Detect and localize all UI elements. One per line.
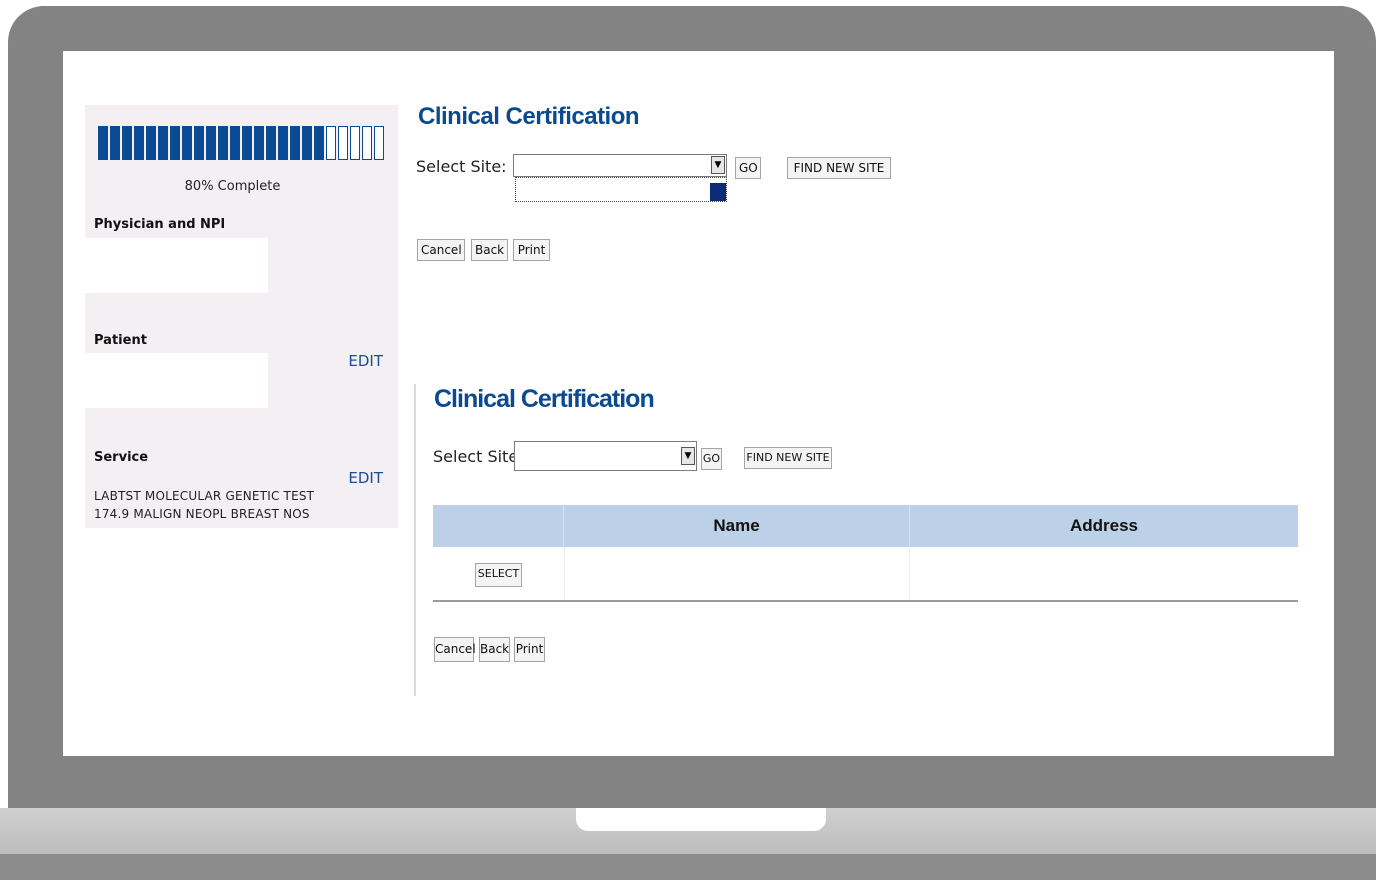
progress-segment	[326, 126, 336, 160]
progress-segment	[374, 126, 384, 160]
select-site-label-bottom: Select Site:	[433, 447, 524, 466]
physician-section-title: Physician and NPI	[94, 217, 226, 232]
chevron-down-icon[interactable]: ▼	[711, 156, 725, 174]
go-button-bottom[interactable]: GO	[701, 448, 722, 470]
service-line-2: 174.9 MALIGN NEOPL BREAST NOS	[94, 507, 310, 521]
print-button-top[interactable]: Print	[513, 239, 550, 261]
find-new-site-button-bottom[interactable]: FIND NEW SITE	[744, 447, 832, 469]
progress-segment	[338, 126, 348, 160]
cancel-button-bottom[interactable]: Cancel	[434, 637, 476, 662]
back-button-top[interactable]: Back	[471, 239, 508, 261]
site-dropdown-list-top[interactable]	[515, 177, 727, 202]
find-new-site-button-top[interactable]: FIND NEW SITE	[787, 157, 891, 179]
progress-segment	[146, 126, 156, 160]
back-button-bottom[interactable]: Back	[479, 637, 510, 662]
progress-segment	[122, 126, 132, 160]
column-header-name: Name	[713, 516, 760, 535]
site-select-bottom[interactable]: ▼	[514, 441, 697, 471]
progress-segment	[158, 126, 168, 160]
progress-segment	[242, 126, 252, 160]
progress-segment	[206, 126, 216, 160]
progress-segment	[278, 126, 288, 160]
progress-segment	[290, 126, 300, 160]
print-button-bottom[interactable]: Print	[514, 637, 545, 662]
select-site-button[interactable]: SELECT	[475, 563, 522, 587]
screen: 80% Complete Physician and NPI Patient E…	[63, 51, 1334, 756]
sites-table-header: Name Address	[433, 505, 1298, 547]
patient-section-title: Patient	[94, 333, 147, 348]
progress-segment	[98, 126, 108, 160]
dropdown-scrollbar[interactable]	[710, 183, 726, 201]
go-button-top[interactable]: GO	[735, 157, 761, 179]
chevron-down-icon[interactable]: ▼	[681, 447, 695, 465]
progress-segment	[350, 126, 360, 160]
column-header-address: Address	[1069, 516, 1139, 535]
page-title-top: Clinical Certification	[418, 103, 640, 130]
progress-segment	[254, 126, 264, 160]
progress-segment	[230, 126, 240, 160]
progress-segment	[170, 126, 180, 160]
site-select-top[interactable]: ▼	[513, 154, 727, 177]
cancel-button-top[interactable]: Cancel	[417, 239, 465, 261]
select-site-label-top: Select Site:	[416, 157, 507, 176]
progress-segment	[194, 126, 204, 160]
panel-left-border	[414, 384, 416, 696]
service-edit-link[interactable]: EDIT	[348, 469, 383, 487]
patient-info-box	[85, 353, 268, 408]
progress-label: 80% Complete	[184, 179, 281, 194]
progress-segment	[266, 126, 276, 160]
site-name-cell	[565, 556, 909, 596]
physician-info-box	[85, 238, 268, 293]
progress-segment	[314, 126, 324, 160]
progress-segment	[302, 126, 312, 160]
progress-segment	[134, 126, 144, 160]
patient-edit-link[interactable]: EDIT	[348, 352, 383, 370]
table-row-divider	[433, 600, 1298, 602]
column-header-select	[433, 505, 563, 547]
laptop-notch	[576, 808, 826, 831]
progress-segment	[362, 126, 372, 160]
progress-segment	[218, 126, 228, 160]
progress-segment	[182, 126, 192, 160]
progress-bar	[98, 126, 386, 160]
service-section-title: Service	[94, 450, 149, 465]
laptop-base	[0, 808, 1376, 880]
sidebar: 80% Complete Physician and NPI Patient E…	[85, 105, 398, 528]
service-line-1: LABTST MOLECULAR GENETIC TEST	[94, 489, 315, 503]
progress-segment	[110, 126, 120, 160]
page-title-bottom: Clinical Certification	[434, 385, 655, 413]
site-address-cell	[910, 556, 1298, 596]
